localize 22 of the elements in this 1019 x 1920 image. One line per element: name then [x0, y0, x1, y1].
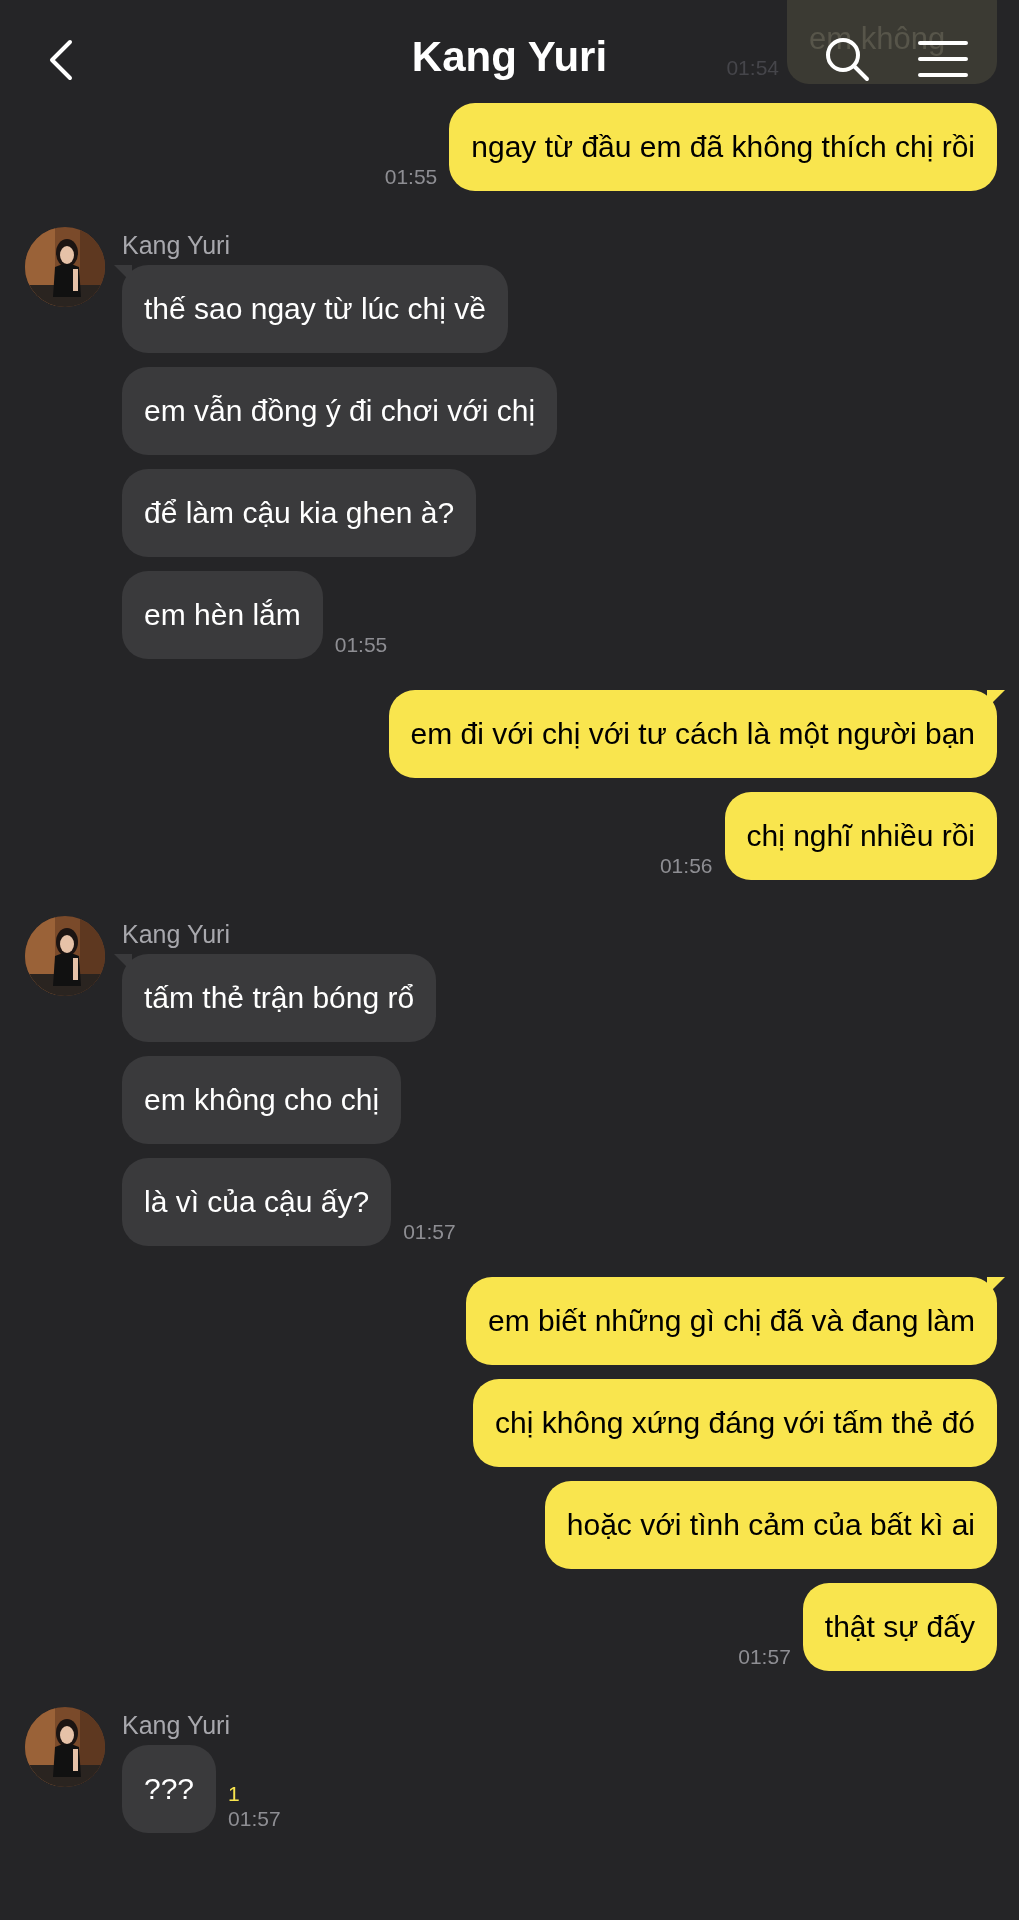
message-time: 01:56: [659, 854, 713, 878]
sender-name: Kang Yuri: [122, 920, 230, 948]
message-bubble: là vì của cậu ấy?: [122, 1158, 392, 1246]
message-bubble: em vẫn đồng ý đi chơi với chị: [122, 367, 558, 455]
message-bubble: ???: [122, 1745, 217, 1833]
unread-count: 1: [228, 1781, 240, 1807]
message-bubble: em không cho chị: [122, 1056, 402, 1144]
message-bubble: hoặc với tình cảm của bất kì ai: [544, 1481, 997, 1569]
message-bubble: chị nghĩ nhiều rồi: [724, 792, 997, 880]
message-bubble: thật sự đấy: [802, 1583, 997, 1671]
message-bubble: em hèn lắm: [122, 571, 323, 659]
message-bubble: chị không xứng đáng với tấm thẻ đó: [472, 1379, 997, 1467]
message-bubble: để làm cậu kia ghen à?: [122, 469, 477, 557]
message-time: 01:55: [384, 165, 438, 189]
message-time: 01:55: [334, 633, 388, 657]
sender-name: Kang Yuri: [122, 231, 230, 259]
message-time: 01:57: [403, 1220, 456, 1244]
sender-name: Kang Yuri: [122, 1711, 230, 1739]
message-time: 01:57: [738, 1645, 791, 1669]
message-bubble: ngay từ đầu em đã không thích chị rồi: [449, 103, 997, 191]
chat-title: Kang Yuri: [411, 33, 608, 80]
message-time: 01:57: [228, 1807, 281, 1831]
